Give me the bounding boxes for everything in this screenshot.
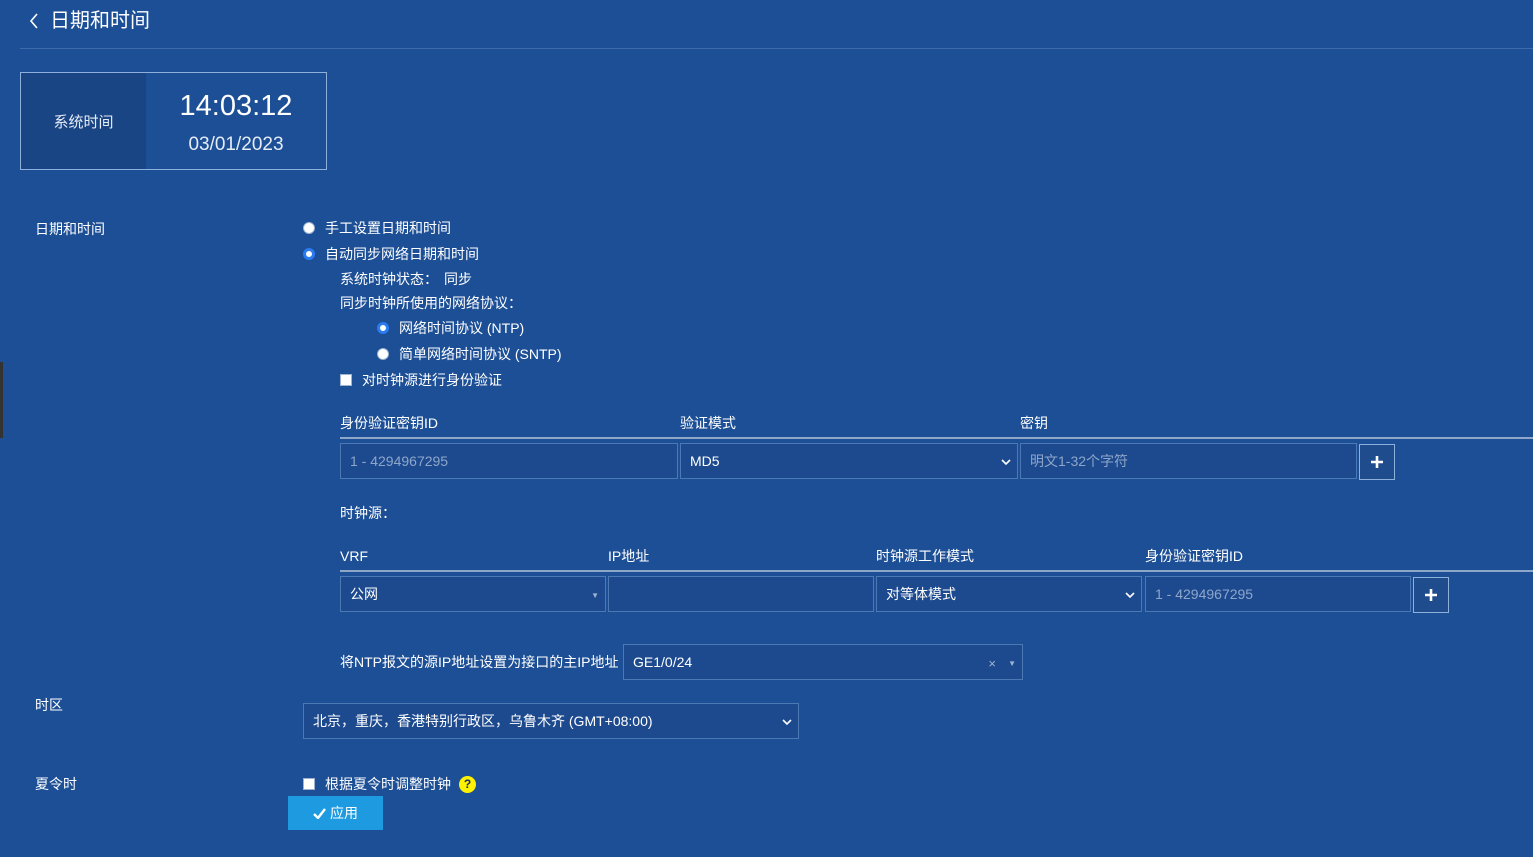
radio-unselected-icon [303,222,315,234]
plus-icon [1371,456,1383,468]
ntp-radio[interactable]: 网络时间协议 (NTP) [377,318,524,338]
clock-status-label: 系统时钟状态： [340,271,438,287]
checkbox-icon [340,374,352,386]
dst-label: 夏令时 [35,776,77,792]
clock-col-mode: 时钟源工作模式 [876,548,974,564]
dst-checkbox-label: 根据夏令时调整时钟 [325,776,451,792]
clock-mode-value: 对等体模式 [886,586,956,602]
clock-table-header-rule [340,570,1533,572]
vrf-value: 公网 [350,586,378,602]
add-auth-key-button[interactable] [1359,444,1395,480]
protocol-label: 同步时钟所使用的网络协议： [340,295,522,311]
auth-checkbox-label: 对时钟源进行身份验证 [362,372,502,388]
auto-sync-datetime-radio[interactable]: 自动同步网络日期和时间 [303,244,479,264]
clock-status: 系统时钟状态： 同步 [340,270,472,288]
timezone-label: 时区 [35,697,63,713]
clock-col-ip: IP地址 [608,548,650,564]
auth-col-key: 密钥 [1020,415,1048,431]
source-ip-label: 将NTP报文的源IP地址设置为接口的主IP地址 [340,654,619,670]
plus-icon [1425,589,1437,601]
radio-selected-icon [377,322,389,334]
auto-sync-datetime-label: 自动同步网络日期和时间 [325,246,479,262]
chevron-down-icon [782,704,792,740]
back-icon[interactable] [24,10,44,32]
checkbox-icon [303,778,315,790]
clock-status-value: 同步 [444,271,472,287]
ntp-label: 网络时间协议 (NTP) [399,320,525,336]
auth-table-header-rule [340,437,1533,439]
auth-key-input[interactable]: 明文1-32个字符 [1020,443,1357,479]
auth-key-id-input[interactable]: 1 - 4294967295 [340,443,678,479]
clock-col-vrf: VRF [340,548,368,564]
chevron-down-icon [1001,444,1011,480]
clock-ip-input[interactable] [608,576,874,612]
dst-checkbox[interactable]: 根据夏令时调整时钟 ? [303,774,476,794]
sntp-radio[interactable]: 简单网络时间协议 (SNTP) [377,344,562,364]
clock-source-label: 时钟源： [340,505,396,521]
check-icon [313,807,326,819]
timezone-select[interactable]: 北京，重庆，香港特别行政区，乌鲁木齐 (GMT+08:00) [303,703,799,739]
clear-icon[interactable]: × [988,645,996,681]
auth-col-mode: 验证模式 [680,415,736,431]
auth-checkbox[interactable]: 对时钟源进行身份验证 [340,370,502,390]
radio-selected-icon [303,248,315,260]
clock-key-id-input[interactable]: 1 - 4294967295 [1145,576,1411,612]
caret-down-icon: ▼ [591,590,599,600]
page-title: 日期和时间 [50,10,150,32]
chevron-down-icon [1125,577,1135,613]
manual-datetime-radio[interactable]: 手工设置日期和时间 [303,218,451,238]
side-collapse-handle[interactable] [0,362,3,438]
add-clock-source-button[interactable] [1413,577,1449,613]
vrf-select[interactable]: 公网 ▼ [340,576,606,612]
help-icon[interactable]: ? [459,775,476,793]
caret-down-icon: ▼ [1008,658,1016,668]
source-interface-select[interactable]: GE1/0/24 × ▼ [623,644,1023,680]
auth-col-key-id: 身份验证密钥ID [340,415,438,431]
apply-button-label: 应用 [330,805,358,821]
manual-datetime-label: 手工设置日期和时间 [325,220,451,236]
auth-mode-value: MD5 [690,453,720,469]
clock-col-key-id: 身份验证密钥ID [1145,548,1243,564]
system-time-clock: 14:03:12 [179,90,293,122]
clock-mode-select[interactable]: 对等体模式 [876,576,1142,612]
auth-mode-select[interactable]: MD5 [680,443,1018,479]
timezone-value: 北京，重庆，香港特别行政区，乌鲁木齐 (GMT+08:00) [313,713,653,729]
header-divider [20,48,1533,49]
apply-button[interactable]: 应用 [288,796,383,830]
radio-unselected-icon [377,348,389,360]
source-interface-value: GE1/0/24 [633,654,693,670]
system-time-date: 03/01/2023 [188,134,284,155]
system-time-label: 系统时间 [21,73,146,169]
system-time-panel: 系统时间 14:03:12 03/01/2023 [20,72,327,170]
sntp-label: 简单网络时间协议 (SNTP) [399,346,562,362]
datetime-section-label: 日期和时间 [35,221,105,237]
